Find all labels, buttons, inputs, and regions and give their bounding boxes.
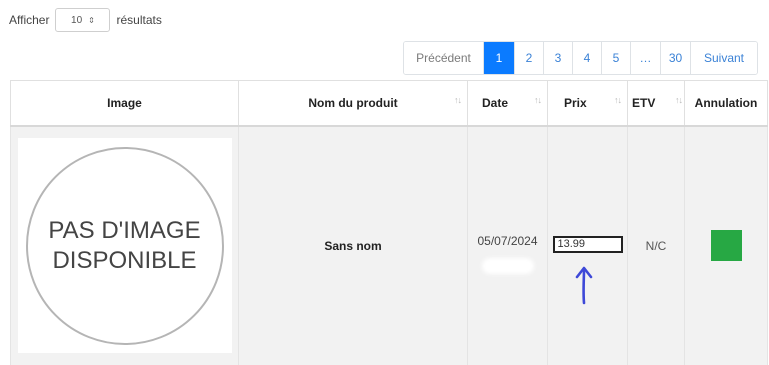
sort-icon: ↑↓ <box>454 95 462 105</box>
pagination-page-4[interactable]: 4 <box>573 42 602 74</box>
redacted-text <box>481 257 534 274</box>
product-name: Sans nom <box>238 125 468 365</box>
pagination-page-30[interactable]: 30 <box>661 42 691 74</box>
price-cell: 13.99 <box>547 125 628 365</box>
page-length-value: 10 <box>71 14 83 26</box>
sort-icon: ↑↓ <box>675 95 683 105</box>
pagination-page-2[interactable]: 2 <box>515 42 544 74</box>
pagination-previous-button[interactable]: Précédent <box>404 42 484 74</box>
column-header-image[interactable]: Image <box>10 80 239 127</box>
column-header-date[interactable]: Date ↑↓ <box>467 80 548 127</box>
column-header-cancellation[interactable]: Annulation <box>684 80 768 127</box>
pagination-page-1[interactable]: 1 <box>484 42 515 74</box>
cancel-button[interactable] <box>710 230 742 262</box>
length-control: Afficher 10 ⇕ résultats <box>9 8 162 32</box>
column-header-price[interactable]: Prix ↑↓ <box>547 80 628 127</box>
arrow-up-icon <box>575 266 593 304</box>
column-header-product-name[interactable]: Nom du produit ↑↓ <box>238 80 468 127</box>
no-image-placeholder: PAS D'IMAGE DISPONIBLE <box>25 146 224 345</box>
pagination-page-3[interactable]: 3 <box>544 42 573 74</box>
product-etv: N/C <box>627 125 685 365</box>
product-image: PAS D'IMAGE DISPONIBLE <box>17 138 232 354</box>
pagination: Précédent 1 2 3 4 5 … 30 Suivant <box>403 41 758 75</box>
table-header-row: Image Nom du produit ↑↓ Date ↑↓ Prix ↑↓ ETV… <box>10 80 768 127</box>
table-row: PAS D'IMAGE DISPONIBLE Sans nom 05/07/20… <box>10 125 768 365</box>
cancellation-cell <box>684 125 768 365</box>
page-length-select[interactable]: 10 ⇕ <box>55 8 111 32</box>
sort-icon: ↑↓ <box>614 95 622 105</box>
date-cell: 05/07/2024 <box>467 125 548 365</box>
price-input[interactable]: 13.99 <box>552 236 623 254</box>
length-prefix: Afficher <box>9 13 50 27</box>
column-header-etv[interactable]: ETV ↑↓ <box>627 80 685 127</box>
products-table: Image Nom du produit ↑↓ Date ↑↓ Prix ↑↓ ETV… <box>10 80 768 365</box>
length-suffix: résultats <box>116 13 162 27</box>
pagination-ellipsis: … <box>631 42 661 74</box>
product-date: 05/07/2024 <box>477 233 538 248</box>
product-image-cell: PAS D'IMAGE DISPONIBLE <box>10 125 239 365</box>
pagination-next-button[interactable]: Suivant <box>691 42 757 74</box>
select-arrows-icon: ⇕ <box>88 15 95 25</box>
sort-icon: ↑↓ <box>534 95 542 105</box>
pagination-page-5[interactable]: 5 <box>602 42 631 74</box>
